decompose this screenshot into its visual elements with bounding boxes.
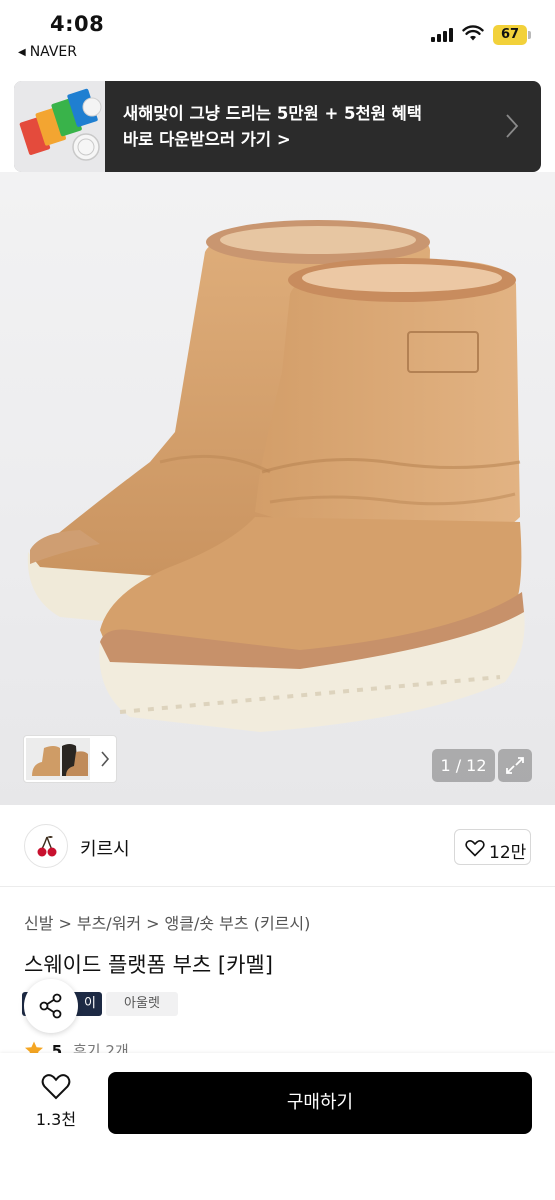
- back-triangle-icon: ◀: [18, 47, 26, 58]
- chevron-right-icon: [506, 114, 519, 138]
- status-time: 4:08: [50, 12, 105, 36]
- buy-button[interactable]: 구매하기: [108, 1072, 532, 1134]
- back-to-app-link[interactable]: ◀ NAVER: [18, 44, 77, 60]
- banner-thumbnail: [14, 81, 105, 172]
- banner-line-2: 바로 다운받으러 가기 >: [123, 130, 291, 149]
- product-image-gallery[interactable]: 1 / 12: [0, 172, 555, 805]
- breadcrumb-item[interactable]: 부츠/워커: [77, 914, 141, 933]
- wishlist-button[interactable]: 1.3천: [28, 1073, 84, 1135]
- battery-indicator: 67: [493, 25, 527, 45]
- cellular-signal-icon: [431, 28, 455, 42]
- image-page-counter: 1 / 12: [432, 749, 495, 782]
- store-row[interactable]: 키르시 12만: [0, 805, 555, 887]
- wifi-icon: [462, 25, 484, 41]
- breadcrumb-item[interactable]: 앵클/숏 부츠 (키르시): [165, 914, 311, 933]
- store-like-count: 12만: [489, 843, 527, 863]
- store-logo[interactable]: [24, 824, 68, 868]
- store-name[interactable]: 키르시: [80, 835, 130, 861]
- share-icon: [39, 993, 62, 1019]
- banner-text: 새해맞이 그냥 드리는 5만원 + 5천원 혜택 바로 다운받으러 가기 >: [123, 101, 422, 153]
- expand-arrows-icon: [506, 757, 524, 774]
- bottom-action-bar: 1.3천 구매하기: [0, 1053, 555, 1200]
- product-photo-boots: [27, 220, 525, 732]
- thumbnail-strip[interactable]: [23, 735, 117, 783]
- expand-image-button[interactable]: [498, 749, 532, 782]
- breadcrumb-separator: >: [58, 914, 72, 933]
- coupon-cards-illustration: [14, 81, 105, 172]
- wishlist-count: 1.3천: [35, 1110, 77, 1129]
- thumbnail-image: [26, 738, 90, 780]
- status-bar: 4:08 ◀ NAVER 67: [0, 0, 555, 72]
- promo-banner[interactable]: 새해맞이 그냥 드리는 5만원 + 5천원 혜택 바로 다운받으러 가기 >: [14, 81, 541, 172]
- banner-line-1: 새해맞이 그냥 드리는 5만원 + 5천원 혜택: [123, 104, 422, 123]
- heart-icon: [465, 840, 485, 857]
- breadcrumb-item[interactable]: 신발: [24, 914, 53, 933]
- battery-tip: [528, 31, 531, 39]
- store-like-button[interactable]: 12만: [454, 829, 531, 865]
- chevron-right-icon: [101, 751, 110, 767]
- product-title: 스웨이드 플랫폼 부츠 [카멜]: [24, 953, 273, 977]
- back-app-label: NAVER: [29, 44, 78, 60]
- outlet-tag: 아울렛: [106, 992, 178, 1016]
- cherry-icon: [37, 836, 57, 857]
- share-button[interactable]: [24, 979, 78, 1033]
- heart-icon: [41, 1074, 71, 1100]
- breadcrumb-separator: >: [146, 914, 160, 933]
- breadcrumb: 신발 > 부츠/워커 > 앵클/숏 부츠 (키르시): [24, 910, 310, 934]
